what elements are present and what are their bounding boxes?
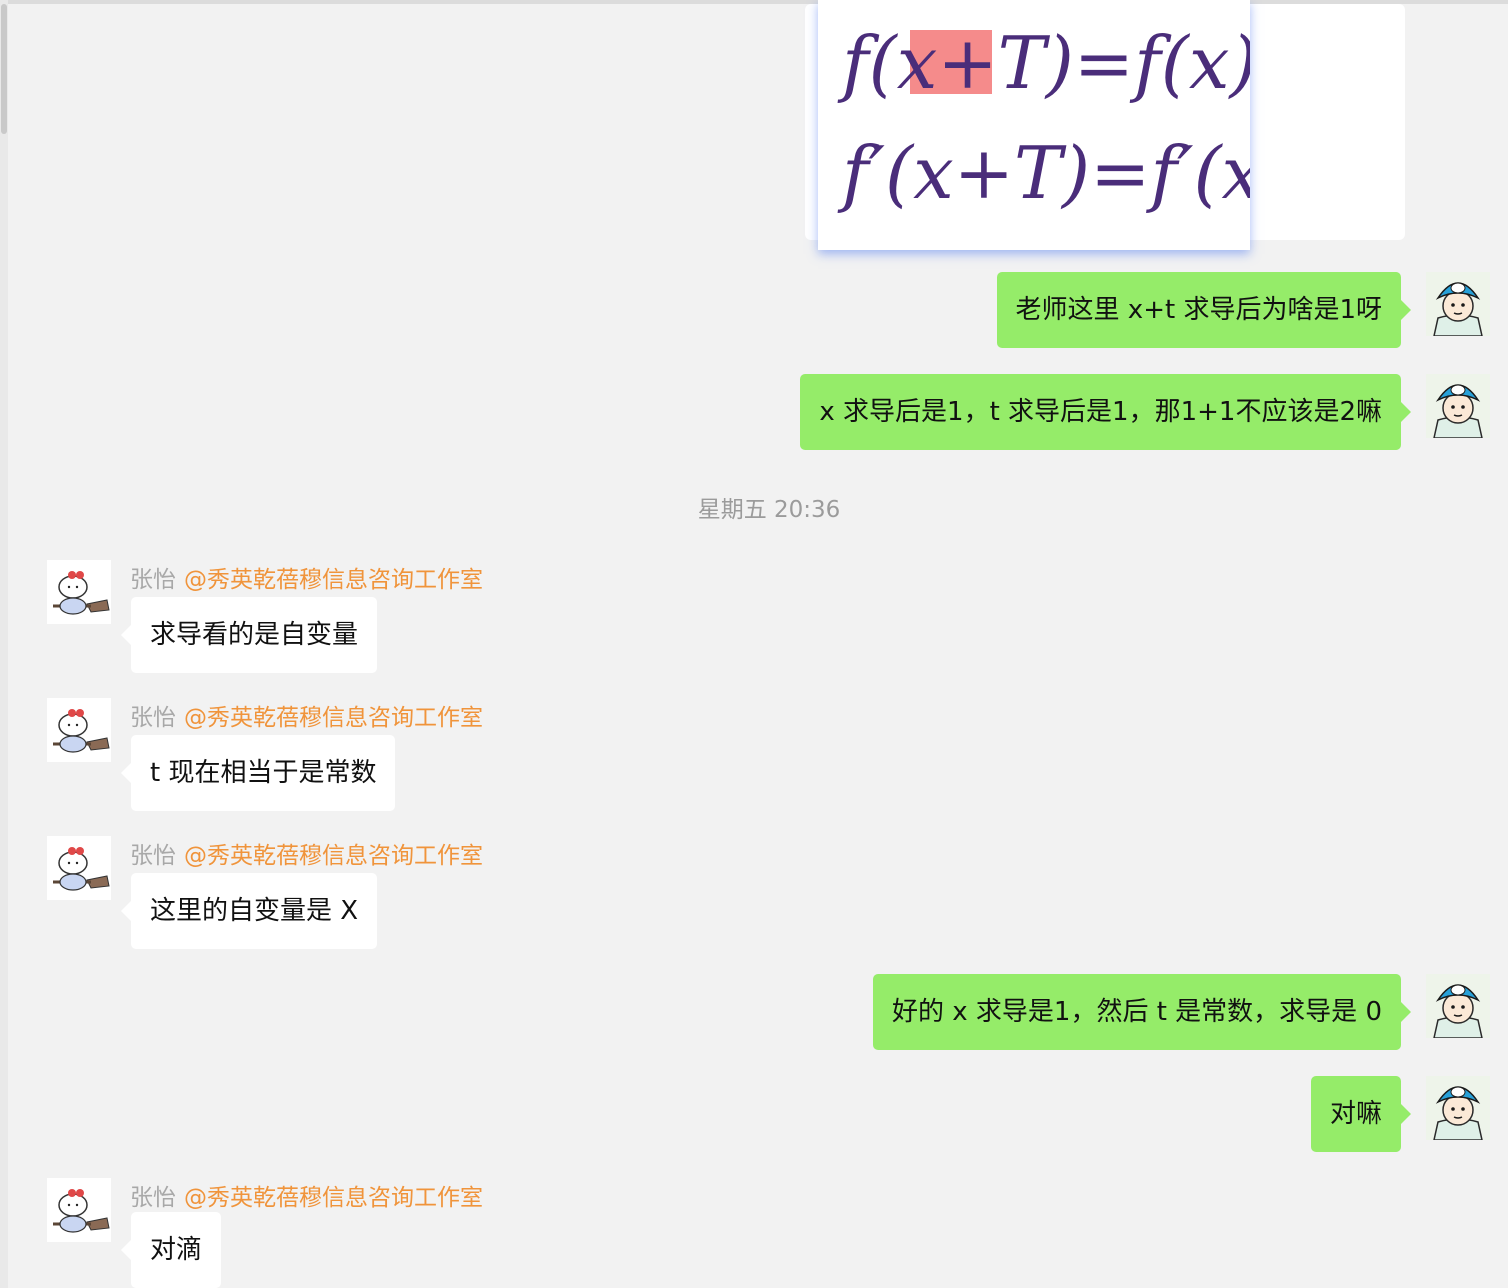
sender-line: 张怡 @秀英乾蓓穆信息咨询工作室 xyxy=(130,836,483,870)
message-bubble-mine[interactable]: 好的 x 求导是1，然后 t 是常数，求导是 0 xyxy=(873,974,1411,1050)
sender-group-mention[interactable]: @秀英乾蓓穆信息咨询工作室 xyxy=(184,705,483,731)
formula-line-1: f(x+T)=f(x) xyxy=(837,21,1250,105)
doraemon-cap-boy-avatar-icon xyxy=(1426,374,1490,438)
message-bubble-mine[interactable]: 老师这里 x+t 求导后为啥是1呀 xyxy=(996,272,1412,348)
hello-kitty-avatar-icon xyxy=(47,1178,111,1242)
sender-line: 张怡 @秀英乾蓓穆信息咨询工作室 xyxy=(130,698,483,732)
message-text: 求导看的是自变量 xyxy=(150,620,359,650)
my-avatar[interactable] xyxy=(1426,272,1490,336)
sender-group-mention[interactable]: @秀英乾蓓穆信息咨询工作室 xyxy=(184,1185,483,1211)
doraemon-cap-boy-avatar-icon xyxy=(1426,272,1490,336)
message-bubble-other[interactable]: 这里的自变量是 X xyxy=(120,873,378,949)
hello-kitty-avatar-icon xyxy=(47,560,111,624)
message-text: t 现在相当于是常数 xyxy=(150,758,377,788)
sender-name[interactable]: 张怡 xyxy=(130,705,176,731)
sender-line: 张怡 @秀英乾蓓穆信息咨询工作室 xyxy=(130,560,483,594)
handwritten-formula-image: f(x+T)=f(x) f′(x+T)=f′(x) xyxy=(837,21,1250,215)
message-bubble-mine[interactable]: 对嘛 xyxy=(1310,1076,1412,1152)
sender-name[interactable]: 张怡 xyxy=(130,843,176,869)
sender-line: 张怡 @秀英乾蓓穆信息咨询工作室 xyxy=(130,1178,483,1212)
sender-group-mention[interactable]: @秀英乾蓓穆信息咨询工作室 xyxy=(184,843,483,869)
message-text: x 求导后是1，t 求导后是1，那1+1不应该是2嘛 xyxy=(819,397,1382,427)
contact-avatar[interactable] xyxy=(47,1178,111,1242)
message-text: 好的 x 求导是1，然后 t 是常数，求导是 0 xyxy=(892,997,1382,1027)
contact-avatar[interactable] xyxy=(47,836,111,900)
my-avatar[interactable] xyxy=(1426,1076,1490,1140)
doraemon-cap-boy-avatar-icon xyxy=(1426,974,1490,1038)
message-bubble-mine[interactable]: x 求导后是1，t 求导后是1，那1+1不应该是2嘛 xyxy=(800,374,1411,450)
scrollbar[interactable] xyxy=(0,0,8,1288)
image-message[interactable]: f(x+T)=f(x) f′(x+T)=f′(x) xyxy=(818,0,1250,250)
my-avatar[interactable] xyxy=(1426,974,1490,1038)
message-bubble-other[interactable]: 对滴 xyxy=(120,1212,222,1288)
message-bubble-other[interactable]: 求导看的是自变量 xyxy=(120,597,378,673)
scrollbar-thumb[interactable] xyxy=(1,4,7,134)
doraemon-cap-boy-avatar-icon xyxy=(1426,1076,1490,1140)
hello-kitty-avatar-icon xyxy=(47,698,111,762)
my-avatar[interactable] xyxy=(1426,374,1490,438)
hello-kitty-avatar-icon xyxy=(47,836,111,900)
formula-line-2: f′(x+T)=f′(x) xyxy=(837,131,1250,215)
message-text: 这里的自变量是 X xyxy=(150,896,359,926)
message-text: 对嘛 xyxy=(1329,1099,1382,1129)
sender-name[interactable]: 张怡 xyxy=(130,567,176,593)
message-bubble-other[interactable]: t 现在相当于是常数 xyxy=(120,735,396,811)
contact-avatar[interactable] xyxy=(47,560,111,624)
message-text: 对滴 xyxy=(150,1235,203,1265)
sender-name[interactable]: 张怡 xyxy=(130,1185,176,1211)
sender-group-mention[interactable]: @秀英乾蓓穆信息咨询工作室 xyxy=(184,567,483,593)
message-text: 老师这里 x+t 求导后为啥是1呀 xyxy=(1015,295,1382,325)
chat-timestamp: 星期五 20:36 xyxy=(697,497,841,523)
contact-avatar[interactable] xyxy=(47,698,111,762)
